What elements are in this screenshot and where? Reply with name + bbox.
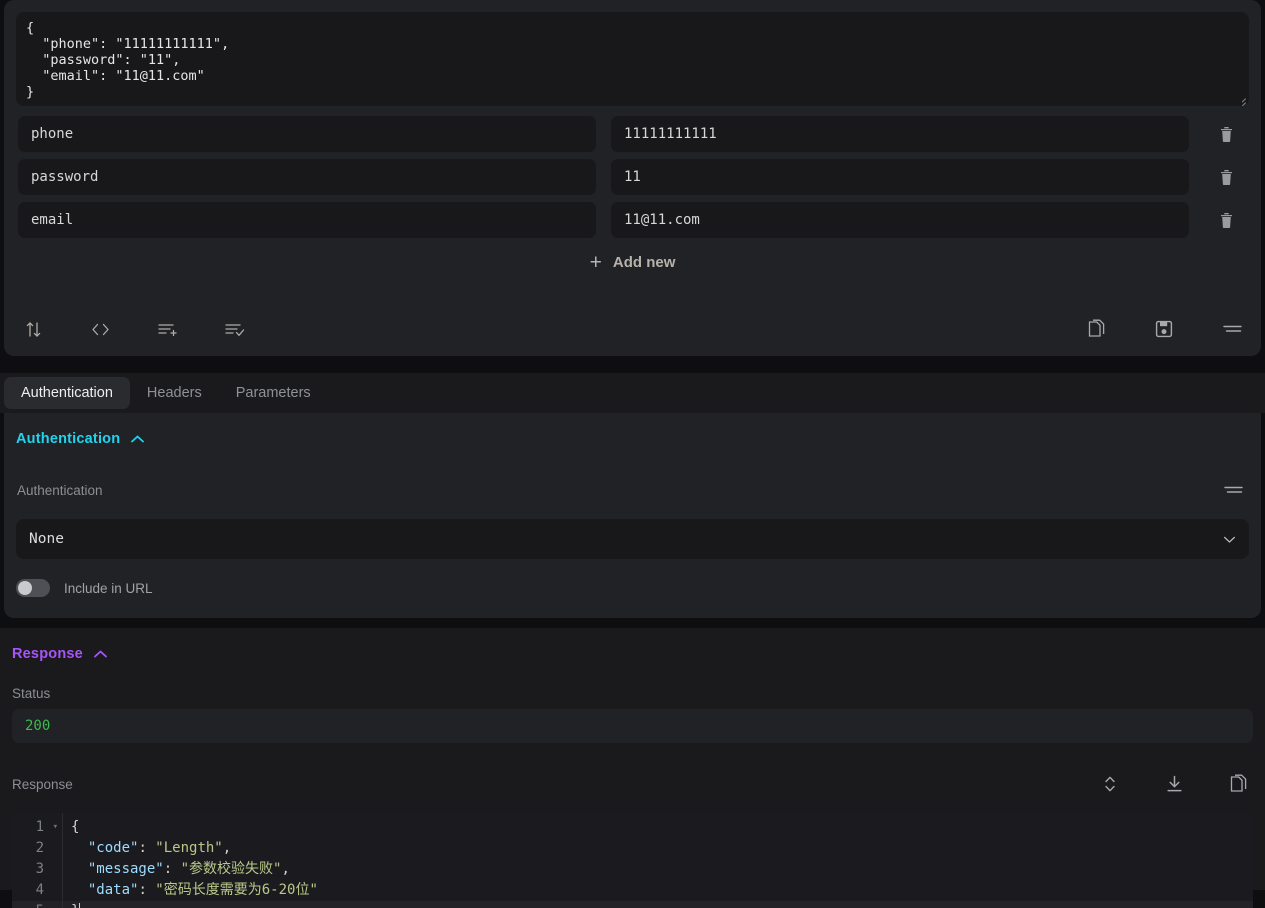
tab-parameters[interactable]: Parameters xyxy=(219,377,328,409)
line-number: 4 xyxy=(35,882,44,898)
code-token-str: "密码长度需要为6-20位" xyxy=(155,882,318,898)
code-line: "message": "参数校验失败", xyxy=(63,859,1253,880)
include-in-url-row: Include in URL xyxy=(16,579,1249,597)
section-title: Response xyxy=(12,646,83,662)
authentication-field-label: Authentication xyxy=(17,482,103,498)
line-number: 1 ▾ xyxy=(12,817,62,838)
line-number: 2 xyxy=(35,840,44,856)
value-input[interactable]: 11@11.com xyxy=(611,202,1189,238)
menu-lines-icon[interactable] xyxy=(1217,314,1247,344)
response-section-header: Response xyxy=(12,628,1253,666)
body-toolbar xyxy=(4,302,1261,356)
json-body-editor[interactable]: { "phone": "11111111111", "password": "1… xyxy=(16,12,1249,106)
code-token-punc: , xyxy=(281,861,290,877)
sort-arrows-icon[interactable] xyxy=(18,314,48,344)
authentication-section-header: Authentication xyxy=(16,413,1249,451)
authentication-type-select[interactable]: None xyxy=(16,519,1249,559)
code-line: } xyxy=(63,901,1253,908)
value-input[interactable]: 11 xyxy=(611,159,1189,195)
copy-icon[interactable] xyxy=(1081,314,1111,344)
trash-icon[interactable] xyxy=(1210,203,1243,237)
authentication-panel: Authentication Authentication None Inclu… xyxy=(4,413,1261,618)
code-token-punc: : xyxy=(138,840,156,856)
expand-collapse-icon[interactable] xyxy=(1095,769,1125,799)
trash-icon[interactable] xyxy=(1210,117,1243,151)
response-body-label: Response xyxy=(12,776,73,792)
code-token-punc: { xyxy=(71,819,80,835)
code-token-punc: : xyxy=(163,861,181,877)
text-caret xyxy=(79,903,81,908)
download-icon[interactable] xyxy=(1159,769,1189,799)
fold-toggle-icon[interactable]: ▾ xyxy=(53,817,58,838)
table-row: phone 11111111111 xyxy=(12,116,1253,152)
code-token-punc: : xyxy=(138,882,156,898)
toggle-knob xyxy=(18,581,32,595)
tab-bar: Authentication Headers Parameters xyxy=(0,373,1265,413)
code-token-key: "code" xyxy=(71,840,139,856)
code-token-key: "message" xyxy=(71,861,164,877)
key-input[interactable]: phone xyxy=(18,116,596,152)
list-add-icon[interactable] xyxy=(152,314,182,344)
request-body-panel: { "phone": "11111111111", "password": "1… xyxy=(4,0,1261,356)
list-check-icon[interactable] xyxy=(219,314,249,344)
status-value: 200 xyxy=(12,709,1253,743)
trash-icon[interactable] xyxy=(1210,160,1243,194)
code-token-key: "data" xyxy=(71,882,139,898)
code-content[interactable]: { "code": "Length", "message": "参数校验失败",… xyxy=(62,813,1253,908)
value-input[interactable]: 11111111111 xyxy=(611,116,1189,152)
key-value-rows: phone 11111111111 password 11 email 11@1… xyxy=(12,116,1253,238)
chevron-up-icon[interactable] xyxy=(93,649,108,659)
tab-authentication[interactable]: Authentication xyxy=(4,377,130,409)
add-new-label: Add new xyxy=(612,253,676,271)
section-title: Authentication xyxy=(16,431,121,447)
table-row: password 11 xyxy=(12,159,1253,195)
chevron-down-icon xyxy=(1223,535,1236,544)
code-token-str: "参数校验失败" xyxy=(180,861,282,877)
copy-icon[interactable] xyxy=(1223,769,1253,799)
response-body-header: Response xyxy=(12,769,1253,799)
tab-headers[interactable]: Headers xyxy=(130,377,219,409)
include-in-url-toggle[interactable] xyxy=(16,579,50,597)
code-line: { xyxy=(63,817,1253,838)
table-row: email 11@11.com xyxy=(12,202,1253,238)
key-input[interactable]: password xyxy=(18,159,596,195)
authentication-type-value: None xyxy=(29,531,64,547)
code-brackets-icon[interactable] xyxy=(85,314,115,344)
code-line: "code": "Length", xyxy=(63,838,1253,859)
menu-lines-icon[interactable] xyxy=(1218,475,1248,505)
code-gutter: 1▾ 2 3 4 5 xyxy=(12,813,62,908)
code-token-punc: } xyxy=(71,903,79,908)
authentication-field-row: Authentication xyxy=(16,475,1249,505)
include-in-url-label: Include in URL xyxy=(64,580,153,596)
status-label: Status xyxy=(12,686,51,701)
add-new-button[interactable]: + Add new xyxy=(12,245,1253,279)
save-disk-icon[interactable] xyxy=(1149,314,1179,344)
response-code-viewer[interactable]: 1▾ 2 3 4 5 { "code": "Length", "message": "参… xyxy=(12,813,1253,908)
code-token-str: "Length" xyxy=(155,840,223,856)
json-body-text[interactable]: { "phone": "11111111111", "password": "1… xyxy=(26,20,1239,100)
line-number: 3 xyxy=(35,861,44,877)
key-input[interactable]: email xyxy=(18,202,596,238)
response-panel: Response Status 200 Response 1▾ 2 3 4 5 { "c… xyxy=(0,628,1265,908)
resize-handle[interactable] xyxy=(1235,92,1247,106)
plus-icon: + xyxy=(589,250,602,274)
line-number: 5 xyxy=(12,901,62,908)
chevron-up-icon[interactable] xyxy=(130,434,145,444)
code-token-punc: , xyxy=(222,840,232,856)
code-line: "data": "密码长度需要为6-20位" xyxy=(63,880,1253,901)
